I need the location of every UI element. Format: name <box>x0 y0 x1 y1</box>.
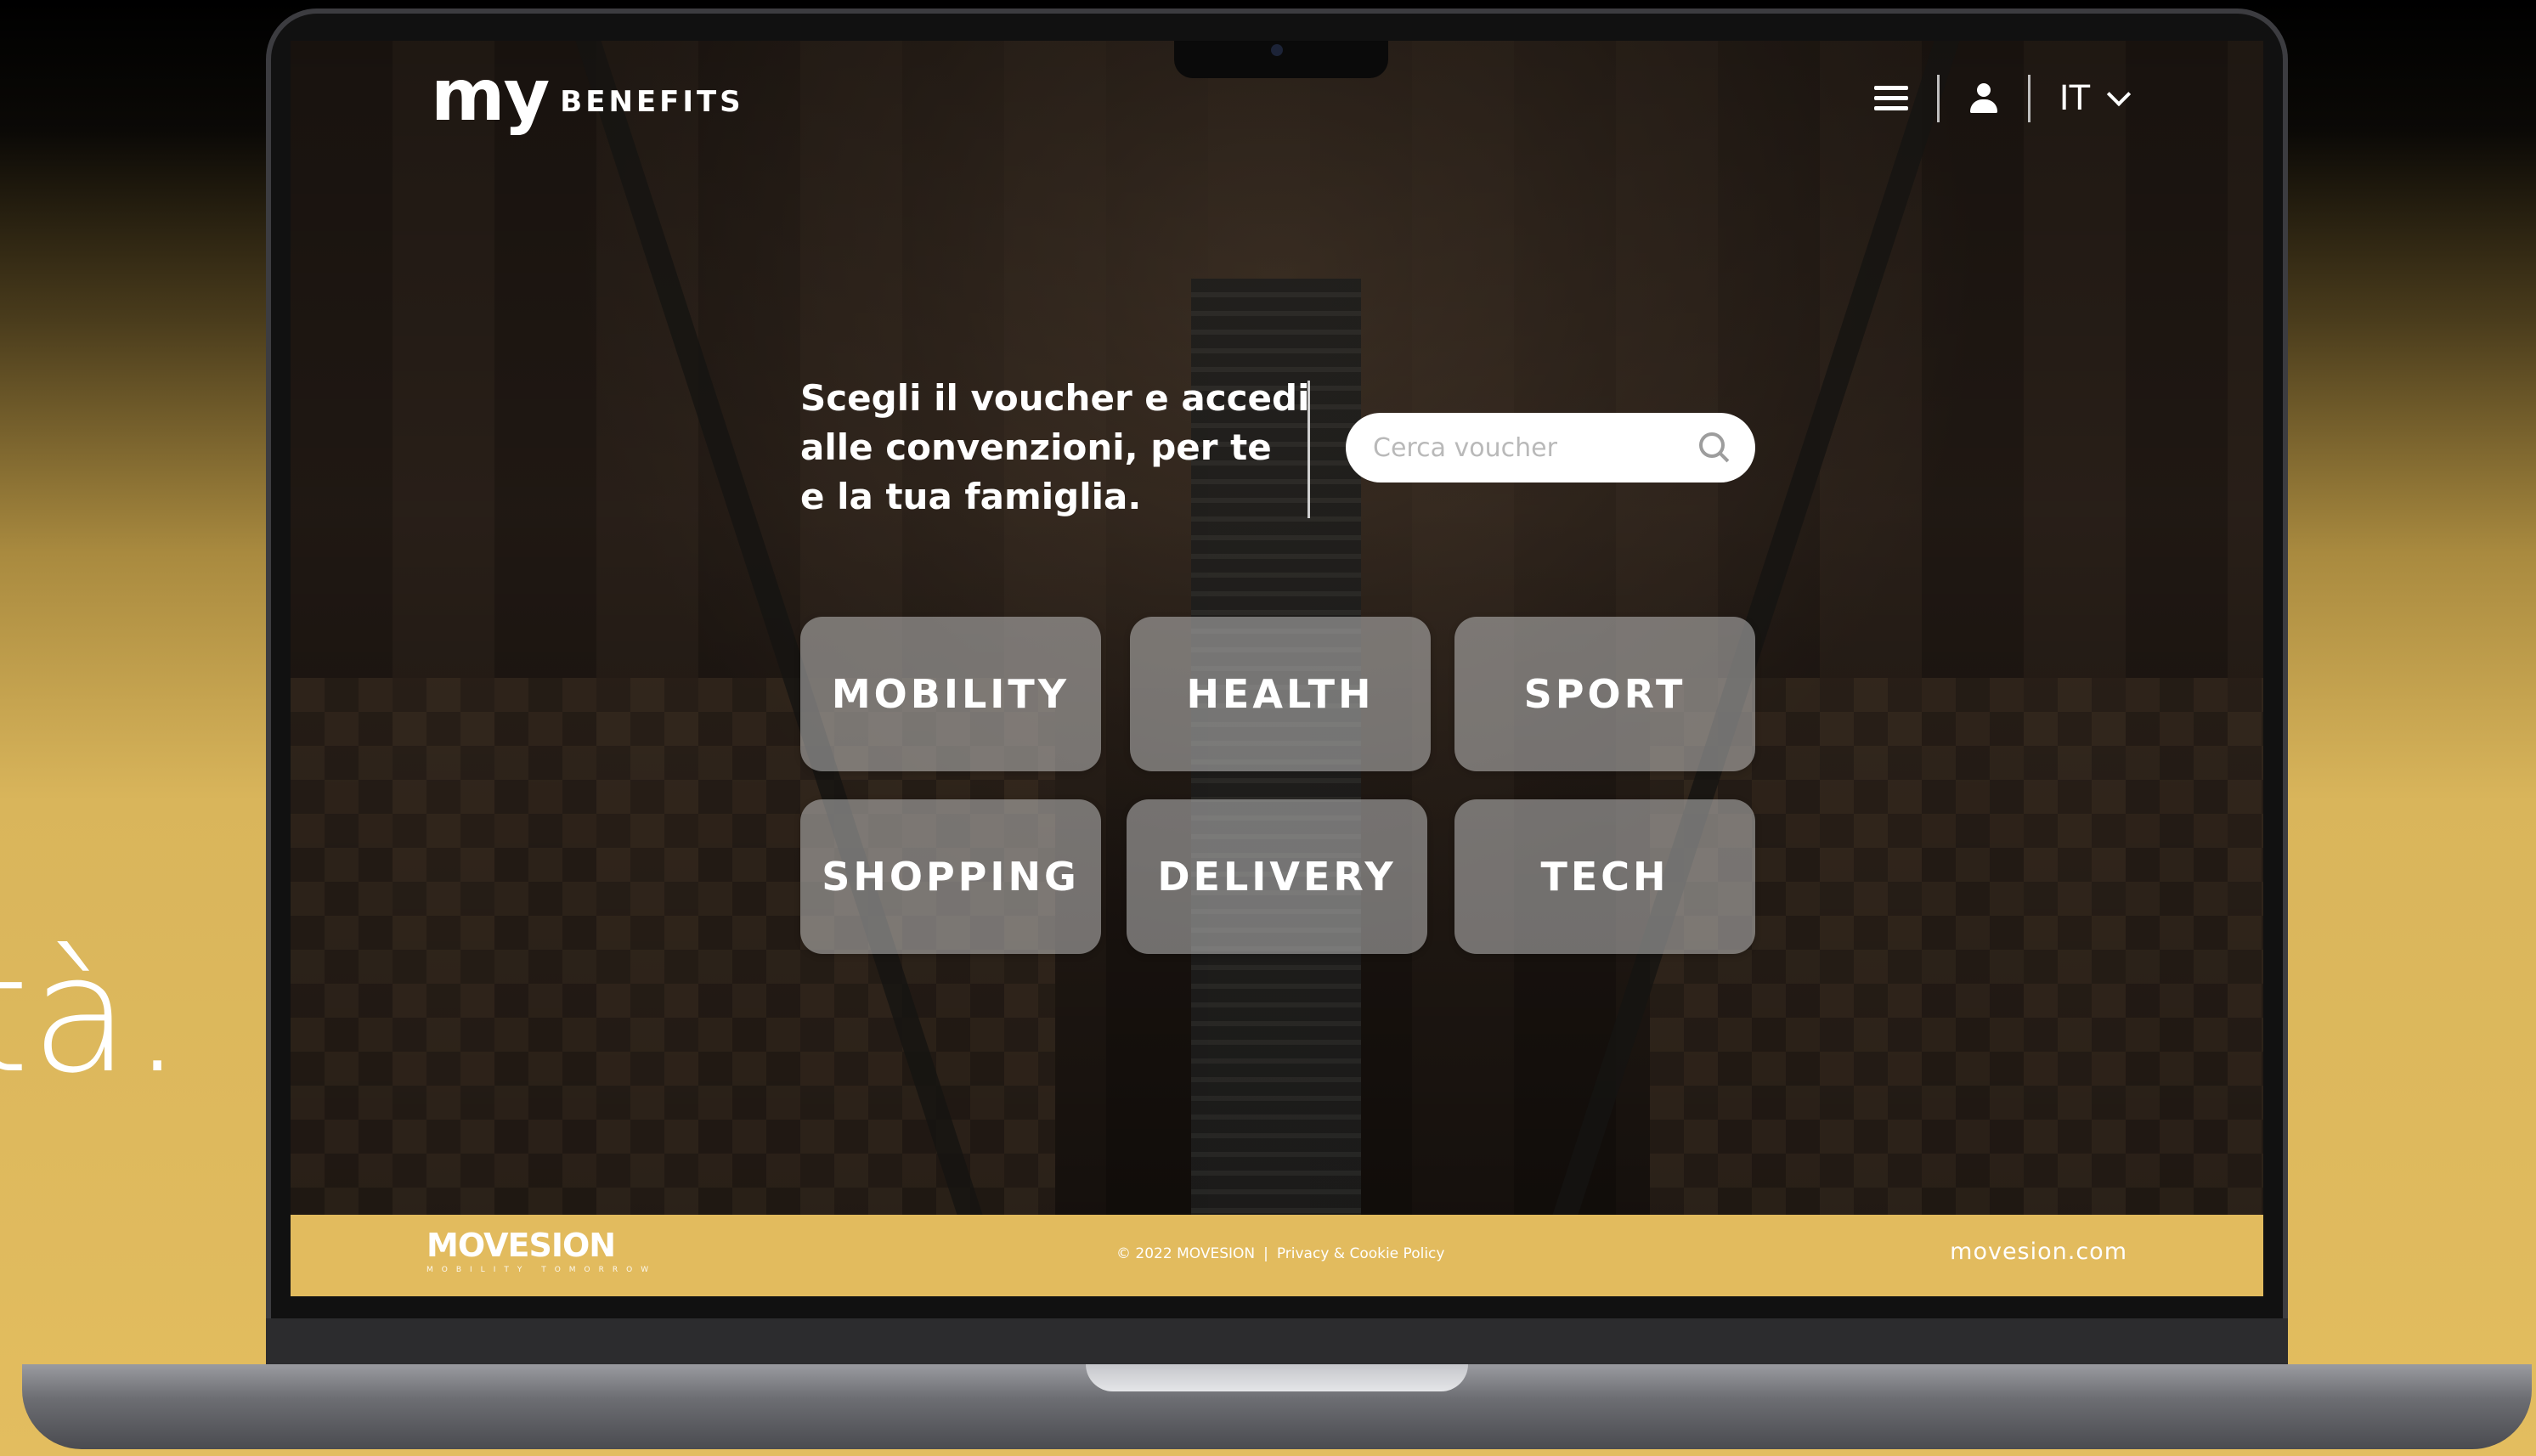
category-tech-button[interactable]: TECH <box>1454 799 1755 954</box>
movesion-logo[interactable]: MOVESION MOBILITY TOMORROW <box>426 1227 657 1274</box>
language-selector[interactable]: IT <box>2059 79 2132 118</box>
chevron-down-icon <box>2106 82 2132 107</box>
privacy-cookie-policy-link[interactable]: Privacy & Cookie Policy <box>1277 1245 1445 1262</box>
site-footer: MOVESION MOBILITY TOMORROW © 2022 MOVESI… <box>291 1215 2263 1296</box>
language-label: IT <box>2059 79 2090 118</box>
hero-line: alle convenzioni, per te <box>800 426 1272 468</box>
laptop-chin <box>266 1318 2288 1366</box>
footer-separator: | <box>1263 1245 1268 1262</box>
voucher-search-box[interactable] <box>1346 413 1755 483</box>
voucher-search-input[interactable] <box>1371 432 1680 464</box>
hero-line: Scegli il voucher e accedi <box>800 377 1310 419</box>
hero-line: e la tua famiglia. <box>800 476 1142 517</box>
search-icon[interactable] <box>1699 432 1730 463</box>
category-shopping-button[interactable]: SHOPPING <box>800 799 1101 954</box>
mybenefits-logo[interactable]: my BENEFITS <box>431 59 744 131</box>
user-icon[interactable] <box>1968 83 1999 114</box>
logo-my-text: my <box>431 54 550 137</box>
category-delivery-button[interactable]: DELIVERY <box>1127 799 1427 954</box>
movesion-logo-tagline: MOBILITY TOMORROW <box>426 1266 658 1274</box>
hero-divider <box>1308 381 1310 518</box>
hamburger-menu-icon[interactable] <box>1873 86 1908 111</box>
copyright-text: © 2022 MOVESION <box>1116 1245 1256 1262</box>
category-mobility-button[interactable]: MOBILITY <box>800 617 1101 771</box>
category-sport-button[interactable]: SPORT <box>1454 617 1755 771</box>
laptop-screen: my BENEFITS IT Scegli il voucher e acced… <box>291 41 2263 1296</box>
logo-benefits-text: BENEFITS <box>560 85 744 119</box>
nav-divider <box>1936 75 1940 122</box>
camera-lens-icon <box>1271 44 1283 56</box>
laptop-opening-notch <box>1086 1364 1468 1391</box>
background-slogan-fragment: tà. <box>0 921 185 1109</box>
movesion-website-link[interactable]: movesion.com <box>1950 1239 2127 1265</box>
movesion-logo-name: MOVESION <box>426 1227 616 1264</box>
category-health-button[interactable]: HEALTH <box>1130 617 1431 771</box>
header-nav: IT <box>1873 75 2132 122</box>
footer-legal: © 2022 MOVESION | Privacy & Cookie Policy <box>1116 1245 1444 1262</box>
hero-tagline: Scegli il voucher e accedi alle convenzi… <box>800 374 1310 522</box>
nav-divider <box>2027 75 2030 122</box>
